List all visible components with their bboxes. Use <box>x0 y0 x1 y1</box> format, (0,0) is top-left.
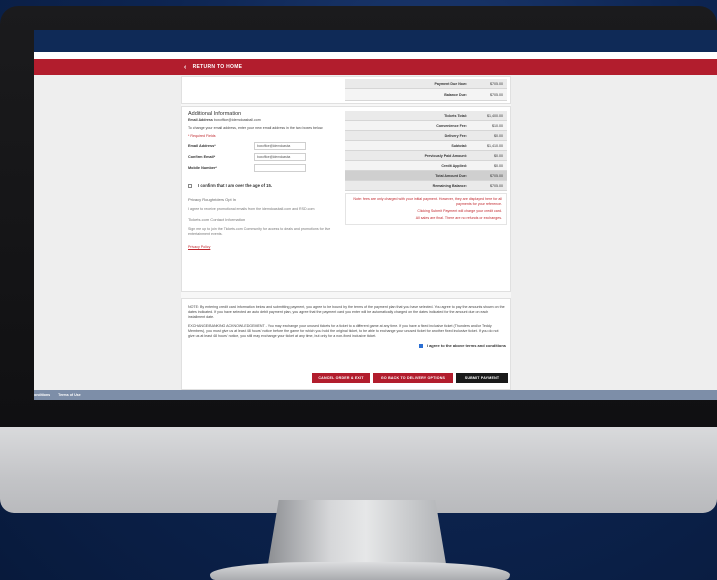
summary-label: Convenience Fee: <box>436 123 467 128</box>
summary-value: $10.00 <box>492 123 503 128</box>
summary-row: Payment Due Now: $705.00 <box>345 79 507 89</box>
fee-note: Note: fees are only charged with your in… <box>353 197 502 206</box>
confirm-email-row: Confirm Email* boxoffice@idemdoasba <box>188 151 338 162</box>
header-divider <box>34 52 717 59</box>
email-row: Email Address* boxoffice@idemdoasba <box>188 140 338 151</box>
agree-checkbox[interactable] <box>418 343 423 348</box>
summary-row: Delivery Fee: $0.00 <box>345 131 507 141</box>
summary-value: $705.00 <box>490 81 503 86</box>
screen: ‹ RETURN TO HOME Payment Due Now: $705.0… <box>34 30 717 400</box>
footer-conditions-link[interactable]: onditions <box>34 393 50 397</box>
age-confirm-row[interactable]: I confirm that I am over the age of 15. <box>188 183 338 188</box>
summary-label: Remaining Balance: <box>432 183 467 188</box>
return-to-home-bar[interactable]: ‹ RETURN TO HOME <box>34 59 717 75</box>
mobile-label: Mobile Number* <box>188 165 217 170</box>
site-header <box>34 30 717 52</box>
email-line-value: boxoffice@idemdoasball.com <box>213 118 261 122</box>
summary-value: $1,400.00 <box>487 113 503 118</box>
contact-info-text[interactable]: Sign me up to join the Tickets.com Commu… <box>188 227 338 237</box>
summary-value: $0.00 <box>494 133 503 138</box>
summary-value: $0.00 <box>494 163 503 168</box>
email-field[interactable]: boxoffice@idemdoasba <box>254 141 306 150</box>
privacy-policy-link[interactable]: Privacy Policy <box>188 245 338 250</box>
agree-label: I agree to the above terms and condition… <box>426 343 506 348</box>
terms-card: NOTE: By entering credit card informatio… <box>181 298 511 390</box>
summary-label: Payment Due Now: <box>434 81 467 86</box>
mobile-row: Mobile Number* <box>188 162 338 173</box>
email-change-text: To change your email address, enter your… <box>188 126 324 130</box>
mobile-field[interactable] <box>254 163 306 172</box>
fee-notes: Note: fees are only charged with your in… <box>345 193 507 225</box>
summary-row: Balance Due: $705.00 <box>345 89 507 101</box>
final-sale-note: All sales are final. There are no refund… <box>415 216 502 220</box>
summary-label: Delivery Fee: <box>444 133 467 138</box>
email-label: Email Address* <box>188 143 216 148</box>
site-footer: onditions Terms of Use <box>34 390 717 400</box>
chevron-left-icon: ‹ <box>184 63 187 71</box>
monitor-stand <box>268 500 446 564</box>
back-to-delivery-button[interactable]: GO BACK TO DELIVERY OPTIONS <box>373 373 453 383</box>
confirm-email-label: Confirm Email* <box>188 154 216 159</box>
required-note: * Required Fields <box>188 134 216 138</box>
summary-row: Previously Paid Amount: $0.00 <box>345 151 507 161</box>
monitor-stand-base <box>210 562 510 580</box>
summary-row: Credit Applied: $0.00 <box>345 161 507 171</box>
cancel-order-button[interactable]: CANCEL ORDER & EXIT <box>312 373 370 383</box>
exchange-paragraph: EXCHANGE/BANKING ACKNOWLEDGEMENT - You m… <box>188 324 499 338</box>
submit-payment-button[interactable]: SUBMIT PAYMENT <box>456 373 508 383</box>
summary-value: $705.00 <box>490 183 503 188</box>
summary-label: Tickets Total: <box>444 113 467 118</box>
section-title: Additional Information <box>188 111 242 117</box>
summary-value: $705.00 <box>490 92 503 97</box>
age-checkbox[interactable] <box>188 183 192 188</box>
summary-row-total: Total Amount Due: $705.00 <box>345 171 507 181</box>
summary-row: Convenience Fee: $10.00 <box>345 121 507 131</box>
summary-row: Subtotal: $1,410.00 <box>345 141 507 151</box>
email-line-label: Email Address <box>188 118 213 122</box>
summary-label: Credit Applied: <box>441 163 467 168</box>
summary-value: $705.00 <box>490 173 503 178</box>
summary-label: Previously Paid Amount: <box>424 153 467 158</box>
summary-label: Subtotal: <box>451 143 467 148</box>
monitor: ‹ RETURN TO HOME Payment Due Now: $705.0… <box>0 0 717 580</box>
age-label: I confirm that I am over the age of 15. <box>198 183 272 188</box>
summary-value: $1,410.00 <box>487 143 503 148</box>
summary-value: $0.00 <box>494 153 503 158</box>
privacy-optin-heading: Privacy Roughriders Opt In <box>188 197 237 202</box>
summary-label: Total Amount Due: <box>435 173 467 178</box>
summary-row: Remaining Balance: $705.00 <box>345 181 507 191</box>
privacy-optin-text[interactable]: I agree to receive promotional emails fr… <box>188 207 338 212</box>
additional-info-card: Additional Information Email Address box… <box>181 106 511 292</box>
checkout-content: Payment Due Now: $705.00 Balance Due: $7… <box>181 76 511 390</box>
contact-info-heading: Tickets.com Contact Information <box>188 217 246 222</box>
terms-paragraph: NOTE: By entering credit card informatio… <box>188 305 505 319</box>
order-summary-table: Tickets Total: $1,400.00 Convenience Fee… <box>345 111 507 225</box>
payment-due-card: Payment Due Now: $705.00 Balance Due: $7… <box>181 76 511 104</box>
footer-terms-link[interactable]: Terms of Use <box>58 393 81 397</box>
confirm-email-field[interactable]: boxoffice@idemdoasba <box>254 152 306 161</box>
charge-note: Clicking Submit Payment will charge your… <box>417 209 502 213</box>
summary-label: Balance Due: <box>444 92 467 97</box>
agree-terms-row[interactable]: I agree to the above terms and condition… <box>188 343 506 348</box>
return-to-home-link[interactable]: RETURN TO HOME <box>193 64 243 70</box>
summary-row: Tickets Total: $1,400.00 <box>345 111 507 121</box>
